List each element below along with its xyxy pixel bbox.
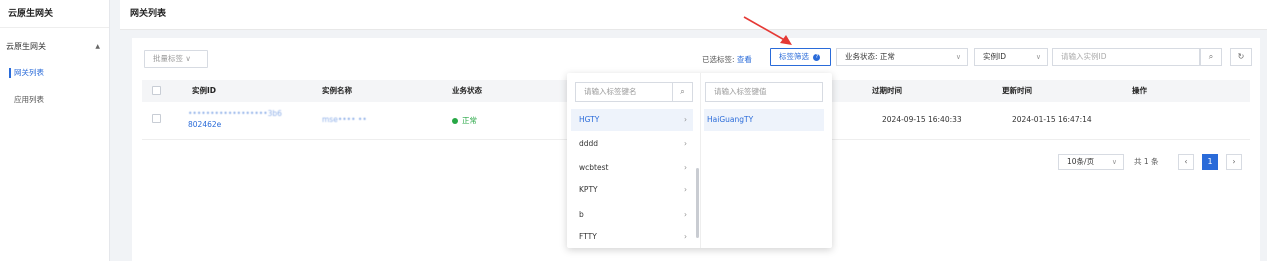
top-bar xyxy=(120,0,1267,30)
app-root: 云原生网关 云原生网关 ▲ 网关列表 应用列表 网关列表 批量标签 ∨ 已选标签… xyxy=(0,0,1267,261)
tag-key-item[interactable]: KPTY › xyxy=(571,179,693,201)
pagination-page-button[interactable]: 1 xyxy=(1202,154,1218,170)
tag-key-label: HGTY xyxy=(579,115,600,124)
column-header-instance-name: 实例名称 xyxy=(322,86,352,95)
tag-filter-dropdown: 请输入标签键名 ⌕ 请输入标签键值 HGTY › dddd › wcbtest › K… xyxy=(567,73,832,248)
selected-tags-label: 已选标签: xyxy=(702,55,735,64)
tag-key-item[interactable]: dddd › xyxy=(571,133,693,155)
pagination-prev-button[interactable]: ‹ xyxy=(1178,154,1194,170)
sidebar-brand: 云原生网关 xyxy=(0,0,109,28)
sidebar-group-label: 云原生网关 xyxy=(6,42,46,51)
status-ok-icon xyxy=(452,118,458,124)
page-size-value: 10条/页 xyxy=(1067,157,1095,166)
tag-filter-label: 标签筛选 xyxy=(779,52,809,61)
pagination-next-button[interactable]: › xyxy=(1226,154,1242,170)
sidebar-item-app-list[interactable]: 应用列表 xyxy=(14,93,104,107)
instance-search-button[interactable]: ⌕ xyxy=(1200,48,1222,66)
refresh-button[interactable]: ↻ xyxy=(1230,48,1252,66)
instance-search-input[interactable]: 请输入实例ID xyxy=(1052,48,1200,66)
instance-field-value: 实例ID xyxy=(983,52,1006,61)
chevron-right-icon: › xyxy=(684,163,687,172)
sidebar-item-label: 网关列表 xyxy=(14,68,44,77)
refresh-icon: ↻ xyxy=(1237,52,1245,61)
chevron-left-icon: ‹ xyxy=(1184,157,1188,166)
sidebar-item-gateway-list[interactable]: 网关列表 xyxy=(9,66,104,80)
chevron-down-icon: ∨ xyxy=(1111,158,1117,166)
instance-name-cell: mse•••• •• xyxy=(322,115,367,124)
chevron-down-icon: ∨ xyxy=(1035,53,1041,61)
tag-key-label: dddd xyxy=(579,139,599,148)
business-status-value: 业务状态: 正常 xyxy=(845,52,895,61)
instance-id-cell[interactable]: ••••••••••••••••••3b6 802462e xyxy=(188,108,282,130)
tag-key-label: FTTY xyxy=(579,232,597,241)
batch-tag-button[interactable]: 批量标签 ∨ xyxy=(144,50,208,68)
tag-key-scrollbar[interactable] xyxy=(696,168,699,238)
dropdown-divider xyxy=(700,73,701,248)
tag-key-label: b xyxy=(579,210,584,219)
chevron-right-icon: › xyxy=(1232,157,1236,166)
page-size-select[interactable]: 10条/页 ∨ xyxy=(1058,154,1124,170)
instance-field-select[interactable]: 实例ID ∨ xyxy=(974,48,1048,66)
column-header-instance-id: 实例ID xyxy=(192,86,217,95)
column-header-actions: 操作 xyxy=(1132,86,1147,95)
column-header-expire-time: 过期时间 xyxy=(872,86,902,95)
sidebar-item-label: 应用列表 xyxy=(14,95,44,104)
tag-key-item[interactable]: FTTY › xyxy=(571,226,693,246)
tag-key-item[interactable]: b › xyxy=(571,204,693,226)
chevron-down-icon: ∨ xyxy=(955,53,961,61)
instance-id-line1: ••••••••••••••••••3b6 xyxy=(188,109,282,118)
tag-value-search-input[interactable]: 请输入标签键值 xyxy=(705,82,823,102)
chevron-right-icon: › xyxy=(684,232,687,241)
status-text: 正常 xyxy=(462,116,477,125)
sidebar: 云原生网关 云原生网关 ▲ 网关列表 应用列表 xyxy=(0,0,110,261)
selected-tags-indicator: 已选标签: 查看 xyxy=(702,54,752,65)
chevron-right-icon: › xyxy=(684,139,687,148)
row-checkbox[interactable] xyxy=(152,114,161,123)
tag-key-search-button[interactable]: ⌕ xyxy=(673,82,693,102)
tag-key-item[interactable]: HGTY › xyxy=(571,109,693,131)
tag-key-search-input[interactable]: 请输入标签键名 xyxy=(575,82,673,102)
pagination-total: 共 1 条 xyxy=(1134,157,1159,166)
tag-value-item[interactable]: HaiGuangTY xyxy=(704,109,824,131)
chevron-right-icon: › xyxy=(684,185,687,194)
search-icon: ⌕ xyxy=(680,87,685,96)
tag-key-item[interactable]: wcbtest › xyxy=(571,157,693,179)
help-circle-icon: ? xyxy=(813,53,821,61)
business-status-select[interactable]: 业务状态: 正常 ∨ xyxy=(836,48,968,66)
column-header-business-status: 业务状态 xyxy=(452,86,482,95)
instance-id-line2: 802462e xyxy=(188,120,222,129)
tag-key-label: wcbtest xyxy=(579,163,609,172)
view-selected-tags-link[interactable]: 查看 xyxy=(737,55,752,64)
search-icon: ⌕ xyxy=(1208,52,1214,61)
expire-time-cell: 2024-09-15 16:40:33 xyxy=(882,115,962,124)
tag-key-label: KPTY xyxy=(579,185,598,194)
tag-filter-button[interactable]: 标签筛选 ? xyxy=(770,48,831,66)
sidebar-group-cloud-native-gateway[interactable]: 云原生网关 ▲ xyxy=(6,40,104,54)
business-status-cell: 正常 xyxy=(452,115,477,126)
page-title: 网关列表 xyxy=(130,9,167,19)
select-all-checkbox[interactable] xyxy=(152,86,161,95)
chevron-up-icon: ▲ xyxy=(95,43,100,50)
chevron-right-icon: › xyxy=(684,210,687,219)
column-header-update-time: 更新时间 xyxy=(1002,86,1032,95)
annotation-arrow-icon xyxy=(743,16,792,45)
chevron-right-icon: › xyxy=(684,115,687,124)
update-time-cell: 2024-01-15 16:47:14 xyxy=(1012,115,1092,124)
